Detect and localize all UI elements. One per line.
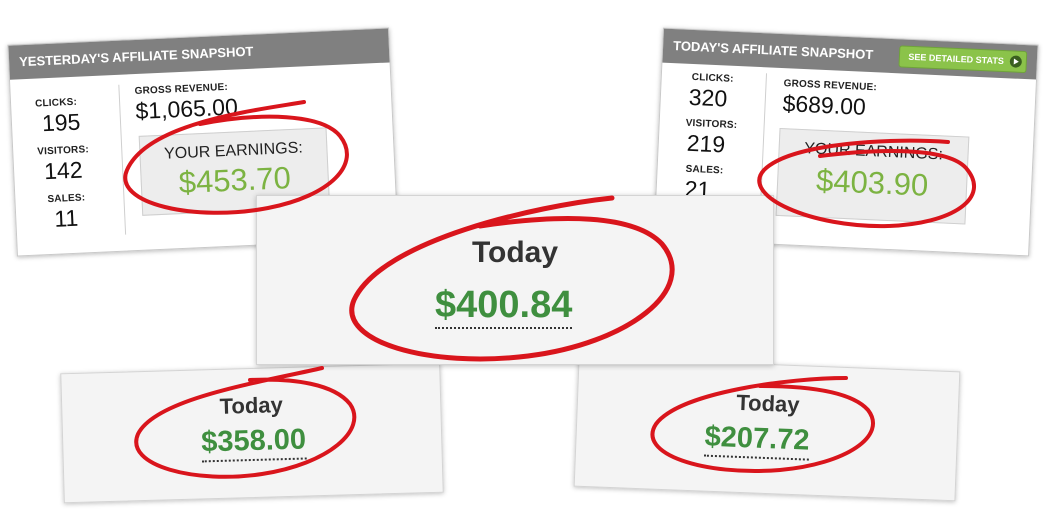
see-detailed-stats-label: SEE DETAILED STATS [908,51,1005,67]
today-snapshot-title: TODAY'S AFFILIATE SNAPSHOT [672,38,874,63]
gross-revenue-value: $1,065.00 [134,93,239,125]
today-card-right: Today $207.72 [573,356,961,502]
today-card-right-amount: $207.72 [703,421,810,461]
yesterday-snapshot-header: YESTERDAY'S AFFILIATE SNAPSHOT [8,28,390,80]
play-arrow-icon [1009,55,1023,68]
sales-label: SALES: [47,192,86,206]
today-card-center: Today $400.84 [256,195,774,365]
today-card-left: Today $358.00 [60,362,444,504]
sales-value: 11 [53,204,79,232]
clicks-label: CLICKS: [34,96,78,110]
visitors-value: 142 [43,156,84,185]
sales-label: SALES: [685,163,724,177]
divider [118,84,127,235]
clicks-label: CLICKS: [691,71,734,85]
see-detailed-stats-button[interactable]: SEE DETAILED STATS [898,45,1028,74]
clicks-value: 320 [688,83,728,112]
clicks-value: 195 [41,108,81,137]
visitors-value: 219 [686,129,726,158]
today-snapshot-header: TODAY'S AFFILIATE SNAPSHOT SEE DETAILED … [662,28,1038,80]
today-card-right-title: Today [735,389,801,418]
today-card-left-amount: $358.00 [201,424,307,463]
today-card-center-title: Today [471,236,559,269]
today-card-left-title: Today [219,392,284,419]
yesterday-snapshot-title: YESTERDAY'S AFFILIATE SNAPSHOT [18,43,254,70]
earnings-box: YOUR EARNINGS: $403.90 [775,127,970,225]
earnings-value: $403.90 [815,162,929,203]
today-card-center-amount: $400.84 [435,286,573,329]
visitors-label: VISITORS: [685,117,738,132]
gross-revenue-value: $689.00 [782,90,867,120]
